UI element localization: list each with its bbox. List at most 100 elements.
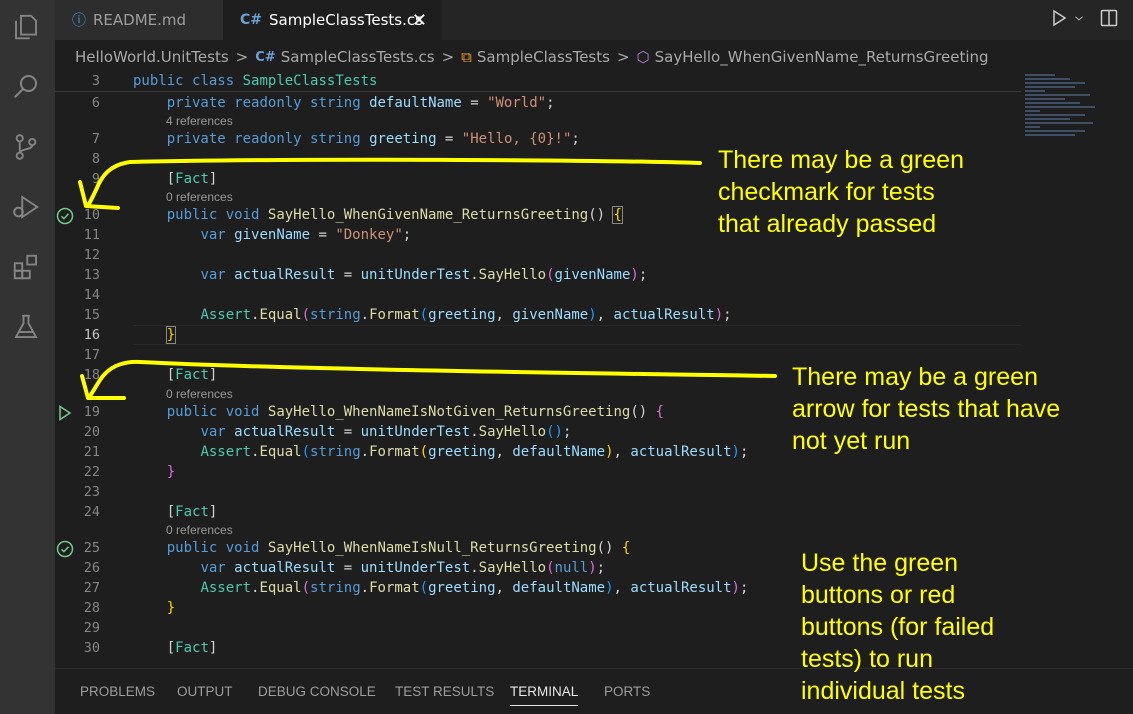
line-number: 24 bbox=[83, 504, 100, 520]
breadcrumb-separator: > bbox=[616, 48, 630, 66]
code-line: 11 var givenName = "Donkey"; bbox=[55, 225, 1133, 245]
line-number: 11 bbox=[83, 227, 100, 243]
code-text: [Fact] bbox=[133, 367, 218, 383]
line-number: 3 bbox=[91, 74, 100, 89]
line-number: 12 bbox=[83, 247, 100, 263]
code-lens-references[interactable]: 0 references bbox=[166, 189, 233, 205]
line-number: 25 bbox=[83, 540, 100, 556]
code-text: public void SayHello_WhenNameIsNull_Retu… bbox=[166, 540, 631, 556]
line-number: 6 bbox=[91, 95, 100, 111]
code-line: 7 private readonly string greeting = "He… bbox=[55, 129, 1133, 149]
line-number: 18 bbox=[83, 367, 100, 383]
code-text: } bbox=[165, 326, 177, 344]
code-text: var givenName = "Donkey"; bbox=[200, 227, 412, 243]
tab-problems[interactable]: PROBLEMS bbox=[80, 669, 155, 714]
line-number: 30 bbox=[83, 640, 100, 656]
tab-debug-console[interactable]: DEBUG CONSOLE bbox=[258, 669, 376, 714]
code-line: 3 public class SampleClassTests bbox=[55, 74, 1133, 91]
line-number: 20 bbox=[83, 424, 100, 440]
minimap[interactable] bbox=[1025, 74, 1105, 144]
line-number: 27 bbox=[83, 580, 100, 596]
tab-test-results[interactable]: TEST RESULTS bbox=[395, 669, 494, 714]
breadcrumb-separator: > bbox=[441, 48, 455, 66]
breadcrumb: HelloWorld.UnitTests > C# SampleClassTest… bbox=[55, 40, 1133, 74]
csharp-icon: C# bbox=[240, 12, 263, 28]
explorer-icon[interactable] bbox=[8, 9, 44, 45]
code-line: 6 private readonly string defaultName = … bbox=[55, 93, 1133, 113]
close-icon[interactable]: ✕ bbox=[412, 10, 427, 31]
code-text: var actualResult = unitUnderTest.SayHell… bbox=[200, 560, 606, 576]
testing-icon[interactable] bbox=[8, 309, 44, 345]
tab-ports[interactable]: PORTS bbox=[604, 669, 650, 714]
line-number: 26 bbox=[83, 560, 100, 576]
vertical-scrollbar[interactable] bbox=[1119, 74, 1133, 668]
line-number: 13 bbox=[83, 267, 100, 283]
run-icon[interactable] bbox=[1049, 8, 1069, 28]
code-text: [Fact] bbox=[133, 640, 218, 656]
tab-label: README.md bbox=[93, 11, 187, 29]
line-number: 17 bbox=[83, 347, 100, 363]
tab-actions bbox=[1049, 8, 1119, 28]
search-icon[interactable] bbox=[8, 68, 44, 104]
line-number: 19 bbox=[83, 404, 100, 420]
annotation-buttons-text: Use the green buttons or red buttons (fo… bbox=[801, 549, 995, 705]
activity-bar bbox=[0, 0, 55, 714]
code-line: 13 var actualResult = unitUnderTest.SayH… bbox=[55, 265, 1133, 285]
info-icon: ⓘ bbox=[72, 13, 86, 29]
source-control-icon[interactable] bbox=[8, 129, 44, 165]
chevron-down-icon[interactable] bbox=[1073, 8, 1085, 28]
code-text: Assert.Equal(string.Format(greeting, giv… bbox=[200, 307, 732, 323]
extensions-icon[interactable] bbox=[8, 249, 44, 285]
code-text: [Fact] bbox=[133, 504, 218, 520]
code-text: private readonly string defaultName = "W… bbox=[166, 95, 555, 111]
code-text: private readonly string greeting = "Hell… bbox=[166, 131, 580, 147]
annotation-checkmark-text: There may be a green checkmark for tests… bbox=[718, 146, 964, 238]
tab-label: SampleClassTests.cs bbox=[269, 11, 423, 29]
code-text: Assert.Equal(string.Format(greeting, def… bbox=[200, 444, 749, 460]
tab-output[interactable]: OUTPUT bbox=[177, 669, 233, 714]
breadcrumb-file[interactable]: C# SampleClassTests.cs bbox=[255, 48, 434, 66]
code-line: 12 bbox=[55, 245, 1133, 265]
breadcrumb-separator: > bbox=[235, 48, 249, 66]
code-text: var actualResult = unitUnderTest.SayHell… bbox=[200, 267, 648, 283]
sticky-scroll-divider bbox=[55, 91, 1021, 92]
csharp-icon: C# bbox=[255, 49, 276, 65]
code-lens-references[interactable]: 4 references bbox=[166, 113, 233, 129]
tab-terminal[interactable]: TERMINAL bbox=[510, 669, 579, 714]
code-text: } bbox=[166, 600, 176, 616]
split-editor-icon[interactable] bbox=[1099, 8, 1119, 28]
breadcrumb-class[interactable]: ⧉ SampleClassTests bbox=[461, 48, 610, 66]
tab-readme[interactable]: ⓘ README.md bbox=[55, 0, 223, 40]
method-icon: ⬡ bbox=[636, 48, 650, 66]
breadcrumb-method[interactable]: ⬡ SayHello_WhenGivenName_ReturnsGreeting bbox=[637, 48, 989, 66]
line-number: 29 bbox=[83, 620, 100, 636]
run-debug-icon[interactable] bbox=[8, 189, 44, 225]
code-text: [Fact] bbox=[133, 171, 218, 187]
annotation-arrow-text: There may be a green arrow for tests tha… bbox=[792, 363, 1061, 455]
code-line: 24 [Fact] bbox=[55, 502, 1133, 522]
line-number: 15 bbox=[83, 307, 100, 323]
code-line: 9 [Fact] bbox=[55, 169, 1133, 189]
code-text: public class SampleClassTests bbox=[133, 74, 378, 89]
code-line: 15 Assert.Equal(string.Format(greeting, … bbox=[55, 305, 1133, 325]
line-number: 28 bbox=[83, 600, 100, 616]
line-number: 14 bbox=[83, 287, 100, 303]
line-number: 22 bbox=[83, 464, 100, 480]
code-lens-references[interactable]: 0 references bbox=[166, 522, 233, 538]
code-line: 10 public void SayHello_WhenGivenName_Re… bbox=[55, 205, 1133, 225]
breadcrumb-project[interactable]: HelloWorld.UnitTests bbox=[75, 48, 229, 66]
code-text: } bbox=[166, 464, 176, 480]
line-number: 21 bbox=[83, 444, 100, 460]
code-text: public void SayHello_WhenNameIsNotGiven_… bbox=[166, 404, 665, 420]
code-line: 22 } bbox=[55, 462, 1133, 482]
line-number: 8 bbox=[91, 151, 100, 167]
tab-sampleclasstests[interactable]: C# SampleClassTests.cs ✕ bbox=[223, 0, 441, 40]
line-number: 9 bbox=[91, 171, 100, 187]
code-lens-references[interactable]: 0 references bbox=[166, 386, 233, 402]
line-number: 16 bbox=[83, 327, 100, 343]
editor-tab-bar: ⓘ README.md C# SampleClassTests.cs ✕ bbox=[55, 0, 1133, 40]
code-text: Assert.Equal(string.Format(greeting, def… bbox=[200, 580, 749, 596]
class-icon: ⧉ bbox=[461, 48, 472, 66]
line-number: 7 bbox=[91, 131, 100, 147]
code-line: 23 bbox=[55, 482, 1133, 502]
